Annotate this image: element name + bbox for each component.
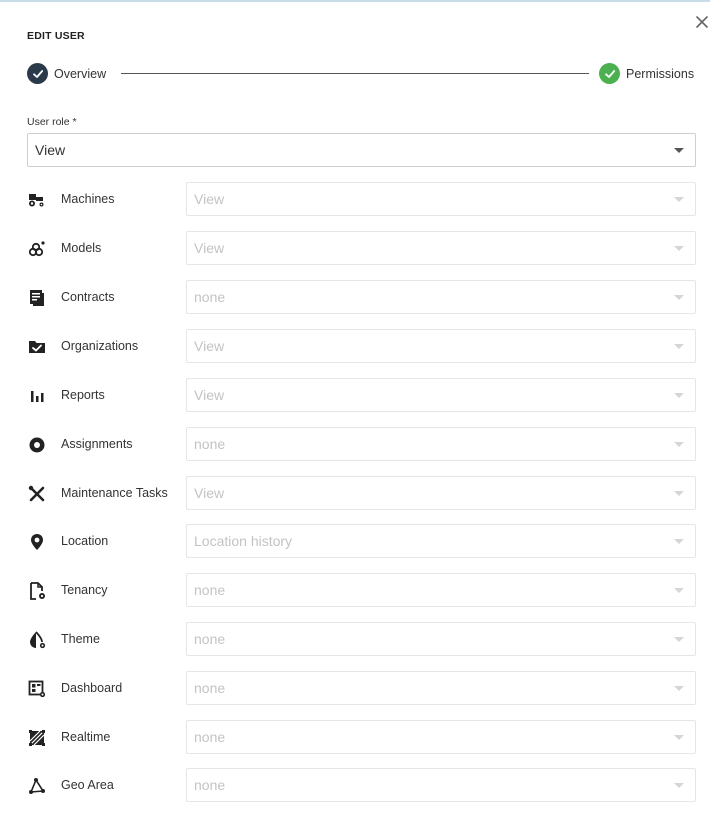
permission-value: none — [194, 729, 226, 745]
permission-select[interactable]: View — [186, 329, 696, 363]
permission-value: none — [194, 631, 226, 647]
folder-check-icon — [27, 337, 47, 357]
chevron-down-icon — [674, 295, 684, 300]
permission-name: Organizations — [61, 339, 139, 353]
chevron-down-icon — [674, 637, 684, 642]
theme-icon — [27, 630, 47, 650]
user-role-label: User role * — [27, 116, 77, 128]
permission-select[interactable]: none — [186, 280, 696, 314]
permission-value: none — [194, 582, 226, 598]
step-label: Overview — [54, 66, 107, 81]
permission-value: none — [194, 680, 226, 696]
permission-select[interactable]: none — [186, 720, 696, 754]
permission-value: Location history — [194, 533, 293, 549]
permission-row-assignments: Assignments none — [27, 427, 697, 461]
permission-row-realtime: Realtime none — [27, 720, 697, 754]
permission-name: Tenancy — [61, 583, 108, 597]
permission-name: Realtime — [61, 730, 111, 744]
permission-row-tenancy: Tenancy none — [27, 573, 697, 607]
permission-select[interactable]: View — [186, 378, 696, 412]
stepper: Overview Permissions — [27, 63, 697, 85]
permission-row-organizations: Organizations View — [27, 329, 697, 363]
permission-row-contracts: Contracts none — [27, 280, 697, 314]
dialog-title: EDIT USER — [27, 30, 85, 42]
step-label: Permissions — [626, 66, 695, 81]
tools-icon — [27, 484, 47, 504]
permission-value: View — [194, 338, 225, 354]
chevron-down-icon — [674, 442, 684, 447]
permission-name: Maintenance Tasks — [61, 486, 168, 500]
contract-icon — [27, 288, 47, 308]
chevron-down-icon — [674, 246, 684, 251]
chevron-down-icon — [674, 197, 684, 202]
edit-user-dialog: EDIT USER Overview Permissions User role… — [0, 0, 710, 838]
permission-name: Assignments — [61, 437, 133, 451]
permission-select[interactable]: none — [186, 427, 696, 461]
permission-select[interactable]: View — [186, 476, 696, 510]
permission-name: Reports — [61, 388, 105, 402]
chevron-down-icon — [674, 491, 684, 496]
permission-value: none — [194, 777, 226, 793]
location-pin-icon — [27, 532, 47, 552]
chevron-down-icon — [674, 686, 684, 691]
permission-row-machines: Machines View — [27, 182, 697, 216]
chevron-down-icon — [674, 735, 684, 740]
chevron-down-icon — [674, 588, 684, 593]
close-icon — [696, 16, 708, 28]
permission-name: Models — [61, 241, 102, 255]
permission-value: View — [194, 191, 225, 207]
permission-name: Theme — [61, 632, 100, 646]
permission-row-dashboard: Dashboard none — [27, 671, 697, 705]
step-connector — [121, 73, 589, 74]
permission-select[interactable]: none — [186, 622, 696, 656]
permission-select[interactable]: View — [186, 182, 696, 216]
permission-value: View — [194, 240, 225, 256]
permission-value: none — [194, 436, 226, 452]
dashboard-icon — [27, 679, 47, 699]
permission-row-theme: Theme none — [27, 622, 697, 656]
user-role-value: View — [35, 142, 66, 158]
permission-row-geo-area: Geo Area none — [27, 768, 697, 802]
chevron-down-icon — [674, 344, 684, 349]
permission-row-reports: Reports View — [27, 378, 697, 412]
permission-name: Location — [61, 534, 109, 548]
check-icon — [27, 63, 48, 84]
step-overview[interactable]: Overview — [27, 63, 106, 84]
permission-name: Contracts — [61, 290, 115, 304]
permission-select[interactable]: none — [186, 671, 696, 705]
permission-name: Machines — [61, 192, 115, 206]
file-settings-icon — [27, 581, 47, 601]
close-button[interactable] — [692, 12, 710, 32]
assignment-icon — [27, 435, 47, 455]
permission-row-models: Models View — [27, 231, 697, 265]
models-icon — [27, 239, 47, 259]
permission-row-location: Location Location history — [27, 524, 697, 558]
check-icon — [599, 63, 620, 84]
permission-value: View — [194, 485, 225, 501]
permission-row-maintenance-tasks: Maintenance Tasks View — [27, 476, 697, 510]
chevron-down-icon — [674, 783, 684, 788]
permission-select[interactable]: none — [186, 768, 696, 802]
user-role-select[interactable]: View — [27, 133, 696, 167]
chevron-down-icon — [674, 148, 684, 153]
tractor-icon — [27, 190, 47, 210]
permission-name: Geo Area — [61, 778, 114, 792]
chevron-down-icon — [674, 539, 684, 544]
step-permissions[interactable]: Permissions — [599, 63, 694, 84]
permission-select[interactable]: Location history — [186, 524, 696, 558]
realtime-icon — [27, 728, 47, 748]
permission-select[interactable]: View — [186, 231, 696, 265]
bar-chart-icon — [27, 386, 47, 406]
permission-value: none — [194, 289, 226, 305]
permission-name: Dashboard — [61, 681, 123, 695]
permission-select[interactable]: none — [186, 573, 696, 607]
permission-value: View — [194, 387, 225, 403]
chevron-down-icon — [674, 393, 684, 398]
polygon-icon — [27, 776, 47, 796]
